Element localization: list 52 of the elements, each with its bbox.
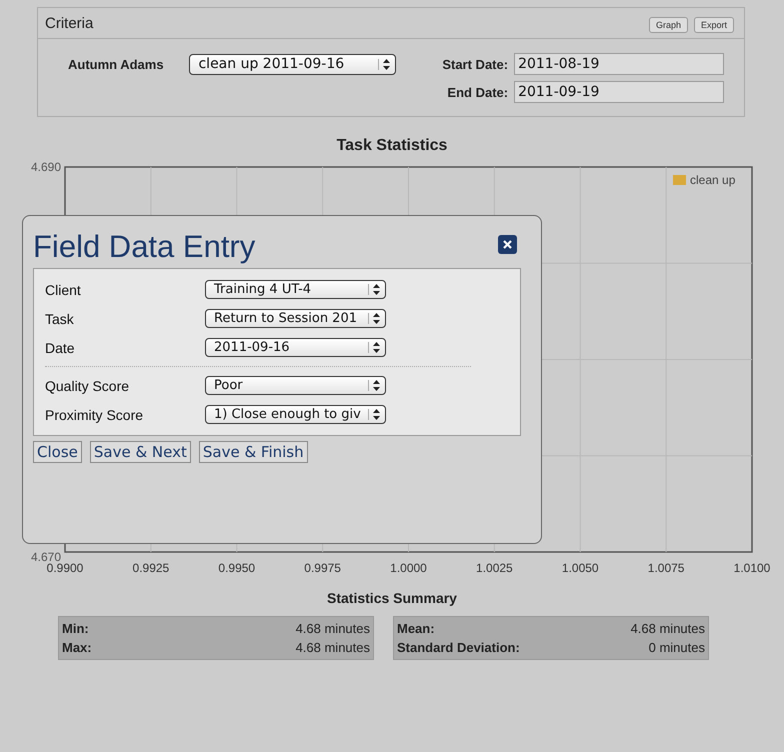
field-label: End Date: [447,84,508,100]
end-date-field[interactable]: 2011-09-19 [514,81,724,103]
select-field[interactable]: Poor [205,376,386,395]
task-select[interactable]: clean up 2011-09-16 [189,54,396,74]
stat-label: Standard Deviation: [397,639,520,657]
up-down-arrows-icon [368,380,380,391]
field-label: Task [45,310,75,326]
up-down-arrows-icon [368,284,380,295]
tick-label: 0.9950 [218,561,256,575]
stat-value: 0 minutes [648,639,705,657]
stat-label: Mean: [397,620,435,638]
up-down-arrows-icon [368,313,380,324]
dialog-title: Field Data Entry [33,229,256,265]
chart-title: Task Statistics [336,137,448,156]
field-label: Client [45,282,82,298]
small-button[interactable]: Graph [648,17,688,33]
summary-title: Statistics Summary [326,590,458,606]
tick-label: 1.0050 [562,561,599,575]
tick-label: 1.0100 [734,561,770,575]
close-icon[interactable] [498,234,517,254]
field-label: Quality Score [45,378,130,394]
dialog-button[interactable]: Close [33,441,82,463]
select-field[interactable]: 1) Close enough to giv [205,405,386,424]
select-field[interactable]: 2011-09-16 [205,338,386,357]
up-down-arrows-icon [368,409,380,420]
small-button[interactable]: Export [694,17,734,33]
tick-label: 1.0075 [648,561,684,575]
select-field[interactable]: Training 4 UT-4 [205,280,386,299]
dialog-button[interactable]: Save & Finish [198,441,308,463]
tick-label: 1.0025 [476,561,513,575]
person-name: Autumn Adams [68,56,165,72]
dialog-button[interactable]: Save & Next [90,441,191,463]
panel-title: Criteria [45,14,94,32]
tick-label: 4.690 [30,160,61,174]
tick-label: 0.9900 [46,561,84,575]
field-label: Proximity Score [45,406,144,422]
tick-label: 0.9925 [132,561,170,575]
up-down-arrows-icon [378,58,390,70]
stat-label: Max: [62,639,92,657]
stat-value: 4.68 minutes [630,620,705,638]
legend-label: clean up [690,173,736,187]
select-field[interactable]: Return to Session 201 [205,309,386,328]
start-date-field[interactable]: 2011-08-19 [514,53,724,75]
tick-label: 4.670 [30,550,61,564]
tick-label: 0.9975 [304,561,341,575]
stat-value: 4.68 minutes [296,639,370,657]
field-label: Date [45,340,76,356]
field-label: Start Date: [442,56,508,72]
stat-value: 4.68 minutes [296,620,370,638]
stat-label: Min: [62,620,89,638]
tick-label: 1.0000 [390,561,427,575]
up-down-arrows-icon [368,342,380,353]
